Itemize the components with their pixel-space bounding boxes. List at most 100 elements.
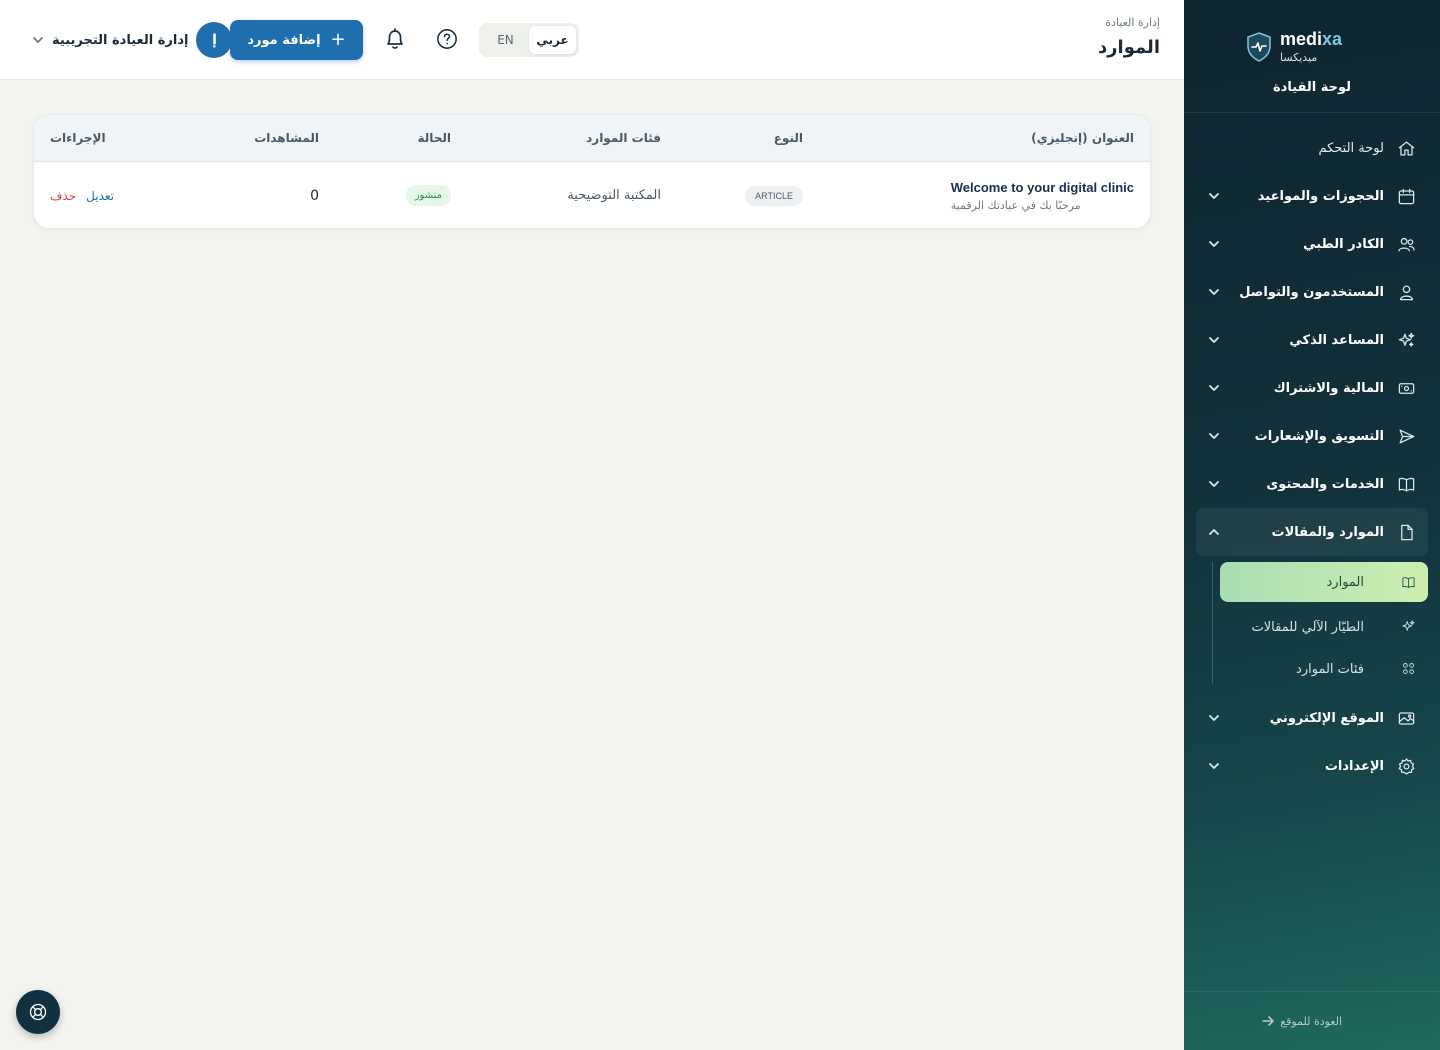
sidebar-item-label: الموقع الإلكتروني (1269, 710, 1384, 726)
book-icon (1396, 474, 1416, 494)
chevron-down-icon[interactable] (1208, 286, 1220, 298)
sidebar-item-settings[interactable]: الإعدادات (1196, 742, 1428, 790)
panel-title: لوحة القيادة (1272, 80, 1352, 95)
breadcrumb[interactable]: إدارة العيادة (1105, 16, 1160, 29)
col-header-category[interactable]: فئات الموارد (586, 115, 661, 161)
user-icon (1396, 282, 1416, 302)
sidebar-item-label: المالية والاشتراك (1273, 380, 1384, 396)
page-title: الموارد (1097, 37, 1160, 58)
cell-title: Welcome to your digital clinic مرحبًا بك… (950, 162, 1134, 228)
sidebar-item-label: المستخدمون والتواصل (1239, 284, 1384, 300)
sparkles-icon (1400, 619, 1416, 635)
sidebar-item-website[interactable]: الموقع الإلكتروني (1196, 694, 1428, 742)
sidebar-subitem-article-autopilot[interactable]: الطيّار الآلي للمقالات (1220, 606, 1428, 648)
cell-category: المكتبة التوضيحية (567, 162, 661, 228)
delete-button[interactable]: حذف (50, 189, 76, 203)
back-to-site-label: العودة للموقع (1280, 1014, 1342, 1028)
sidebar-item-label: الخدمات والمحتوى (1266, 476, 1384, 492)
chevron-down-icon[interactable] (1208, 382, 1220, 394)
sidebar-item-label: لوحة التحكم (1318, 140, 1384, 156)
resources-table: العنوان (إنجليزي) النوع فئات الموارد الح… (33, 114, 1151, 229)
arrow-right-icon (1262, 1016, 1275, 1026)
user-menu[interactable]: إ إدارة العيادة التجريبية (32, 22, 233, 58)
col-header-actions: الإجراءات (50, 131, 106, 145)
file-icon (1396, 522, 1416, 542)
sidebar-item-resources-articles[interactable]: الموارد والمقالات (1196, 508, 1428, 556)
sidebar-item-dashboard[interactable]: لوحة التحكم (1196, 124, 1428, 172)
top-header: إدارة العيادة الموارد عربي EN + إضافة مو… (0, 0, 1184, 80)
help-icon[interactable] (436, 28, 458, 50)
brand-area: medixa ميديكسا لوحة القيادة (1184, 0, 1440, 113)
cell-views: 0 (310, 162, 319, 228)
table-header: العنوان (إنجليزي) النوع فئات الموارد الح… (34, 115, 1150, 162)
shield-logo-icon (1247, 31, 1271, 62)
views-count: 0 (310, 187, 319, 204)
brand-name-ar: ميديكسا (1280, 51, 1318, 64)
back-to-site-link[interactable]: العودة للموقع (1184, 991, 1440, 1050)
resource-title[interactable]: Welcome to your digital clinic (951, 180, 1134, 195)
edit-button[interactable]: تعديل (86, 189, 114, 203)
sidebar-item-users[interactable]: المستخدمون والتواصل (1196, 268, 1428, 316)
type-badge: ARTICLE (745, 185, 803, 206)
plus-icon: + (330, 29, 346, 50)
cell-actions: تعديل حذف (50, 162, 114, 228)
bell-icon[interactable] (384, 27, 406, 51)
col-header-status[interactable]: الحالة (417, 115, 451, 161)
cell-status: منشور (405, 162, 451, 228)
cell-type: ARTICLE (745, 162, 803, 228)
sidebar-item-marketing[interactable]: التسويق والإشعارات (1196, 412, 1428, 460)
sidebar-item-label: الحجوزات والمواعيد (1257, 188, 1384, 204)
support-lifebuoy-button[interactable] (16, 990, 60, 1034)
sidebar-item-medical-staff[interactable]: الكادر الطبي (1196, 220, 1428, 268)
avatar: إ (196, 22, 233, 58)
sidebar-item-label: الموارد والمقالات (1271, 524, 1384, 540)
image-icon (1396, 708, 1416, 728)
col-header-title[interactable]: العنوان (إنجليزي) (1031, 115, 1134, 161)
resource-subtitle: مرحبًا بك في عيادتك الرقمية (950, 198, 1081, 212)
sidebar-subitem-label: فئات الموارد (1296, 661, 1364, 677)
book-open-icon (1400, 575, 1416, 591)
add-resource-button[interactable]: + إضافة مورد (230, 20, 363, 60)
brand-logo[interactable]: medixa ميديكسا (1246, 30, 1342, 63)
chevron-down-icon[interactable] (1208, 334, 1220, 346)
calendar-icon (1396, 186, 1416, 206)
sidebar-item-label: المساعد الذكي (1289, 332, 1384, 348)
add-resource-label: إضافة مورد (247, 32, 321, 48)
sidebar-nav: لوحة التحكم الحجوزات والمواعيد الكادر ال… (1196, 124, 1428, 790)
chevron-up-icon[interactable] (1208, 526, 1220, 538)
sidebar-subitem-label: الموارد (1326, 574, 1364, 590)
chevron-down-icon[interactable] (1208, 760, 1220, 772)
chevron-down-icon[interactable] (1208, 190, 1220, 202)
lifebuoy-icon (29, 1003, 47, 1021)
status-badge: منشور (405, 185, 451, 206)
sidebar: medixa ميديكسا لوحة القيادة لوحة التحكم … (1184, 0, 1440, 1050)
lang-english-button[interactable]: EN (482, 26, 529, 54)
brand-name-en: medixa (1280, 29, 1343, 49)
sidebar-item-ai-assistant[interactable]: المساعد الذكي (1196, 316, 1428, 364)
grid-icon (1400, 661, 1416, 677)
sidebar-subitem-resources[interactable]: الموارد (1220, 562, 1428, 602)
resources-subnav: الموارد الطيّار الآلي للمقالات فئات المو… (1196, 556, 1428, 690)
sidebar-item-finance[interactable]: المالية والاشتراك (1196, 364, 1428, 412)
users-icon (1396, 234, 1416, 254)
sidebar-subitem-label: الطيّار الآلي للمقالات (1251, 619, 1364, 635)
col-header-type[interactable]: النوع (774, 115, 803, 161)
chevron-down-icon[interactable] (1208, 430, 1220, 442)
col-header-views[interactable]: المشاهدات (254, 115, 319, 161)
chevron-down-icon[interactable] (1208, 478, 1220, 490)
chevron-down-icon[interactable] (1208, 712, 1220, 724)
sidebar-subitem-resource-categories[interactable]: فئات الموارد (1220, 648, 1428, 690)
sidebar-item-bookings[interactable]: الحجوزات والمواعيد (1196, 172, 1428, 220)
table-row[interactable]: Welcome to your digital clinic مرحبًا بك… (34, 162, 1150, 228)
language-toggle: عربي EN (479, 23, 579, 57)
user-name: إدارة العيادة التجريبية (52, 32, 189, 48)
sparkles-icon (1396, 330, 1416, 350)
chevron-down-icon[interactable] (1208, 238, 1220, 250)
sidebar-item-services[interactable]: الخدمات والمحتوى (1196, 460, 1428, 508)
send-icon (1396, 426, 1416, 446)
chevron-down-icon (32, 31, 44, 50)
subnav-divider (1212, 562, 1213, 684)
cash-icon (1396, 378, 1416, 398)
sidebar-item-label: الإعدادات (1324, 758, 1384, 774)
lang-arabic-button[interactable]: عربي (529, 26, 576, 54)
